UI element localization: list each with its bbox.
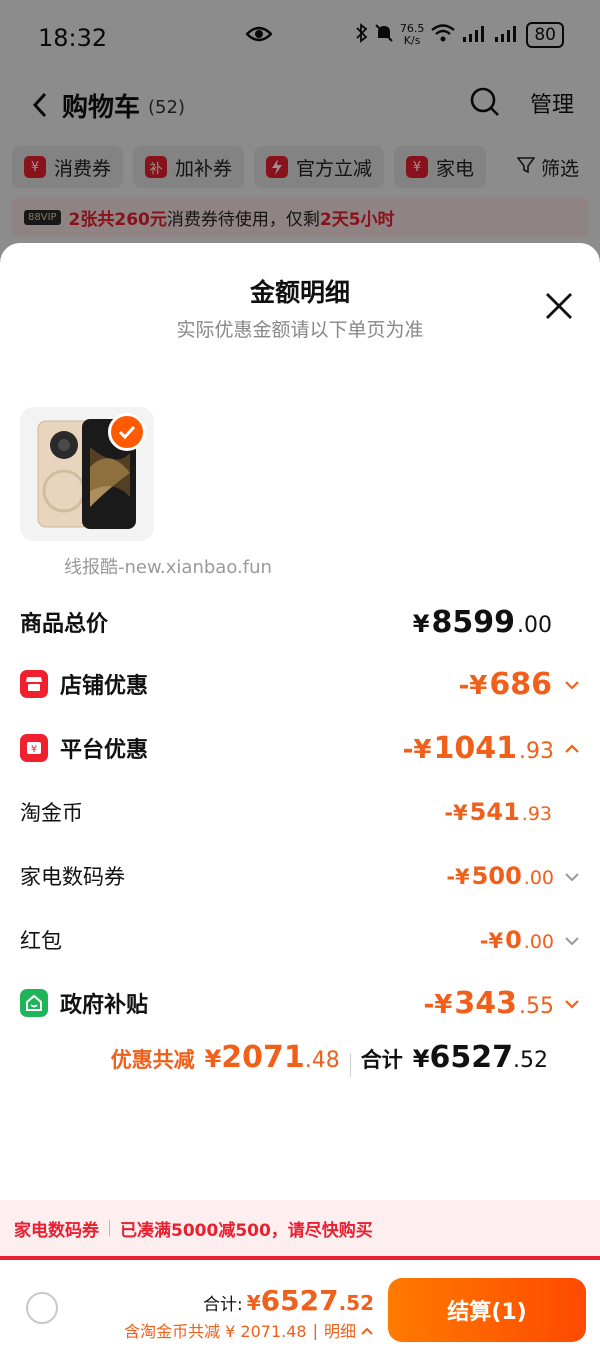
coupon-notice[interactable]: 家电数码券 已凑满5000减500，请尽快购买: [0, 1200, 600, 1256]
sheet-subtitle: 实际优惠金额请以下单页为准: [176, 319, 424, 341]
promo-text: 2张共260元消费券待使用，仅剩2天5小时: [68, 209, 395, 230]
filter-row: ¥ 消费券 补 加补券 官方立减 ¥ 家电 筛选: [12, 146, 600, 188]
summary-divider: [349, 1053, 351, 1077]
signal-icon: [462, 23, 488, 47]
wifi-icon: [430, 23, 456, 47]
chip-label: 加补券: [175, 157, 233, 180]
status-time: 18:32: [38, 23, 108, 52]
checkout-total: 合计: ¥ 6527 .52: [202, 1284, 374, 1317]
platform-discount-value: -¥ 1041 .93: [403, 731, 580, 766]
detail-label: 明细: [323, 1322, 356, 1341]
gov-subsidy-row[interactable]: 政府补贴 -¥ 343 .55: [20, 983, 580, 1023]
notice-separator: [109, 1220, 110, 1236]
status-indicators: 76.5 K/s 80: [356, 22, 564, 48]
grand-total-currency: ¥: [412, 1045, 430, 1073]
discount-total-label: 优惠共减: [110, 1048, 195, 1072]
coupon-icon: ¥: [406, 156, 429, 178]
chevron-down-icon[interactable]: [564, 675, 580, 694]
discount-total-major: 2071: [221, 1040, 305, 1075]
store-icon: [20, 670, 48, 698]
signal-icon-2: [494, 23, 520, 47]
discount-currency: ¥: [204, 1045, 222, 1073]
vip-badge: 88VIP: [24, 209, 61, 225]
funnel-icon: [516, 156, 536, 179]
page-title: 购物车: [62, 92, 141, 123]
appliance-coupon-value: -¥ 500 .00: [446, 862, 580, 890]
checkout-bar: 合计: ¥ 6527 .52 含淘金币共减 ¥ 2071.48 | 明细 结算(…: [0, 1260, 600, 1354]
total-price-row: 商品总价 ¥ 8599 .00: [20, 602, 580, 642]
notice-text: 已凑满5000减500，请尽快购买: [120, 1220, 373, 1241]
store-discount-label: 店铺优惠: [60, 674, 149, 699]
filter-chip-subsidy-coupon[interactable]: 补 加补券: [133, 146, 245, 188]
chip-label: 官方立减: [296, 157, 373, 180]
nav-bar: 购物车 (52) 管理: [0, 75, 600, 135]
platform-coupon-icon: ¥: [20, 734, 48, 762]
battery-indicator: 80: [526, 22, 564, 48]
bluetooth-icon: [356, 23, 368, 47]
checkmark-icon[interactable]: [108, 413, 146, 451]
grand-total-label: 合计: [360, 1048, 403, 1072]
total-price-label: 商品总价: [20, 612, 109, 637]
svg-text:¥: ¥: [31, 744, 37, 755]
net-speed: 76.5 K/s: [399, 22, 425, 47]
summary-row: 优惠共减 ¥ 2071 .48 合计 ¥ 6527 .52: [0, 1040, 600, 1090]
store-discount-value: -¥ 686: [458, 667, 580, 702]
savings-detail[interactable]: 含淘金币共减 ¥ 2071.48 | 明细: [124, 1318, 374, 1342]
filter-label: 筛选: [540, 157, 579, 180]
lightning-icon: [266, 156, 289, 178]
close-icon[interactable]: [544, 291, 574, 321]
discount-total-minor: .48: [304, 1048, 340, 1073]
store-discount-row[interactable]: 店铺优惠 -¥ 686: [20, 664, 580, 704]
status-bar: 18:32 76.5 K/s 80: [0, 0, 600, 75]
cart-count: (52): [148, 96, 185, 118]
total-price-value: ¥ 8599 .00: [412, 604, 552, 640]
taojinbi-row: 淘金币 -¥ 541 .93: [20, 792, 580, 832]
eye-icon: [245, 24, 273, 48]
search-icon[interactable]: [470, 87, 500, 121]
grand-total-major: 6527: [429, 1040, 514, 1075]
manage-button[interactable]: 管理: [530, 87, 574, 119]
chevron-down-icon[interactable]: [564, 994, 580, 1013]
checkout-total-minor: .52: [338, 1291, 374, 1315]
watermark: 线报酷-new.xianbao.fun: [64, 557, 272, 578]
chevron-up-icon: [360, 1321, 374, 1340]
back-arrow-icon[interactable]: [32, 87, 56, 123]
chevron-up-icon[interactable]: [564, 739, 580, 758]
select-all-radio[interactable]: [26, 1292, 58, 1324]
appliance-coupon-row[interactable]: 家电数码券 -¥ 500 .00: [20, 856, 580, 896]
appliance-coupon-label: 家电数码券: [20, 865, 125, 889]
red-packet-row[interactable]: 红包 -¥ 0 .00: [20, 920, 580, 960]
gov-subsidy-value: -¥ 343 .55: [423, 986, 580, 1021]
promo-banner[interactable]: 88VIP 2张共260元消费券待使用，仅剩2天5小时: [12, 197, 588, 237]
bell-muted-icon: [374, 23, 394, 47]
grand-total-minor: .52: [513, 1048, 548, 1073]
chevron-down-icon[interactable]: [564, 867, 580, 886]
checkout-total-label: 合计:: [202, 1295, 243, 1315]
checkout-button[interactable]: 结算(1): [388, 1278, 586, 1342]
red-packet-label: 红包: [20, 929, 62, 953]
chevron-down-icon[interactable]: [564, 931, 580, 950]
chip-label: 家电: [436, 157, 475, 180]
filter-chip-consumer-coupon[interactable]: ¥ 消费券: [12, 146, 124, 188]
notice-tag: 家电数码券: [14, 1220, 99, 1241]
filter-button[interactable]: 筛选: [496, 146, 600, 188]
gov-subsidy-icon: [20, 989, 48, 1017]
platform-discount-label: 平台优惠: [60, 738, 149, 763]
chip-label: 消费券: [54, 157, 112, 180]
taojinbi-value: -¥ 541 .93: [444, 798, 552, 826]
subsidy-icon: 补: [145, 156, 168, 178]
savings-text: 含淘金币共减 ¥ 2071.48: [124, 1322, 307, 1341]
filter-chip-official-discount[interactable]: 官方立减: [254, 146, 385, 188]
filter-chip-appliance[interactable]: ¥ 家电: [394, 146, 487, 188]
taojinbi-label: 淘金币: [20, 801, 83, 825]
gov-subsidy-label: 政府补贴: [60, 993, 149, 1018]
coupon-icon: ¥: [24, 156, 46, 178]
platform-discount-row[interactable]: ¥ 平台优惠 -¥ 1041 .93: [20, 728, 580, 768]
sheet-title: 金额明细: [249, 278, 350, 307]
cart-page-background: 18:32 76.5 K/s 80 购物车 (52) 管理 ¥ 消费券 补 加补…: [0, 0, 600, 260]
checkout-total-major: 6527: [260, 1284, 339, 1317]
red-packet-value: -¥ 0 .00: [480, 926, 580, 954]
amount-detail-sheet: 金额明细 实际优惠金额请以下单页为准 线报酷-new.xianbao.fun 商…: [0, 243, 600, 1354]
